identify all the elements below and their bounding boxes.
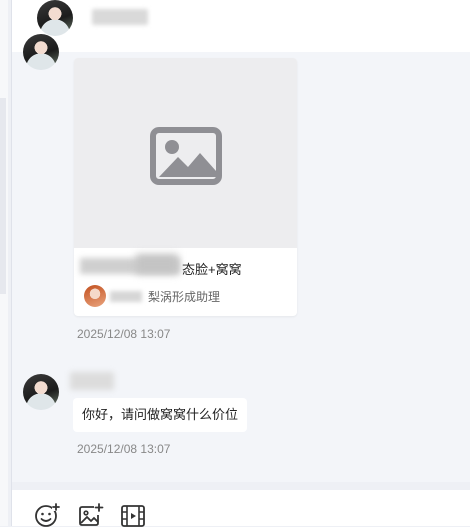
image-placeholder-icon	[150, 127, 222, 185]
card-subtitle: 梨涡形成助理	[148, 290, 221, 304]
card-author-avatar	[84, 285, 106, 307]
sender-avatar[interactable]	[23, 34, 59, 70]
message-timestamp: 2025/12/08 13:07	[77, 442, 171, 456]
contact-name-redacted	[92, 9, 148, 25]
video-button[interactable]	[120, 503, 146, 527]
card-title: 态脸+窝窝	[182, 262, 242, 277]
contact-avatar[interactable]	[37, 0, 73, 36]
product-card-message[interactable]: 态脸+窝窝 梨涡形成助理	[74, 58, 297, 316]
image-upload-icon	[79, 503, 104, 526]
chat-header	[12, 0, 470, 52]
video-icon	[121, 505, 145, 527]
left-panel-edge	[0, 0, 8, 526]
card-author-name-redacted	[110, 291, 142, 302]
image-upload-button[interactable]	[78, 503, 104, 527]
message-bubble: 你好，请问做窝窝什么价位	[73, 398, 248, 432]
chat-message-area[interactable]: 态脸+窝窝 梨涡形成助理 2025/12/08 13:07 你好，请问做窝窝什么…	[12, 34, 470, 482]
input-toolbar	[12, 490, 470, 527]
product-card-image	[74, 58, 297, 248]
message-timestamp: 2025/12/08 13:07	[77, 327, 171, 341]
sender-avatar[interactable]	[23, 374, 59, 410]
sender-name-redacted	[70, 372, 114, 390]
card-title-redacted-2	[136, 254, 178, 274]
emoji-add-icon	[35, 503, 60, 527]
left-panel-scroll-mark	[0, 98, 6, 294]
emoji-add-button[interactable]	[34, 503, 60, 527]
